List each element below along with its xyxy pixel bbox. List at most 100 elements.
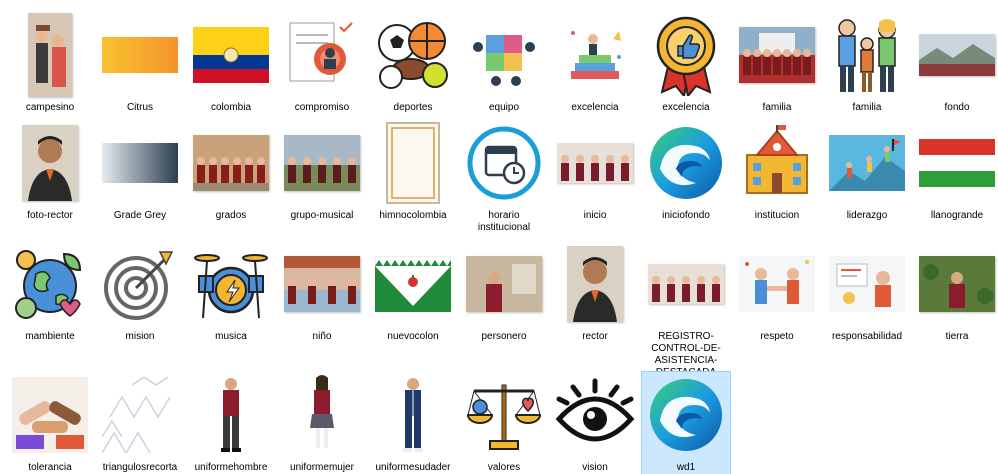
file-name: nuevocolon [387, 331, 439, 342]
flag-colombia-icon [187, 12, 275, 98]
target-arrow-icon [96, 241, 184, 327]
school-building-icon [733, 120, 821, 206]
file-name: musica [215, 331, 247, 342]
team-puzzle-icon [460, 12, 548, 98]
file-item[interactable]: personero [460, 241, 548, 343]
file-item[interactable]: rector [551, 241, 639, 343]
photo-courtyard-icon [278, 241, 366, 327]
file-name: iniciofondo [662, 210, 710, 221]
photo-students-icon [642, 241, 730, 327]
file-name: familia [762, 102, 792, 113]
file-item[interactable]: mambiente [6, 241, 94, 343]
balance-scale-icon [460, 372, 548, 458]
file-item[interactable]: liderazgo [823, 120, 911, 222]
commitment-badge-icon [278, 12, 366, 98]
file-item[interactable]: Citrus [96, 12, 184, 114]
file-item[interactable]: uniformesudader [369, 372, 457, 474]
file-item[interactable]: fondo [913, 12, 998, 114]
file-name: niño [312, 331, 332, 342]
file-item[interactable]: excelencia [642, 12, 730, 114]
file-name: excelencia [571, 102, 619, 113]
file-name: respeto [760, 331, 794, 342]
photo-landscape-icon [913, 12, 998, 98]
file-item[interactable]: responsabilidad [823, 241, 911, 343]
respect-illustration-icon [733, 241, 821, 327]
photo-garden-icon [913, 241, 998, 327]
flag-nuevocolon-icon [369, 241, 457, 327]
uniform-girl-icon [278, 372, 366, 458]
file-name: personero [481, 331, 527, 342]
file-name: himnocolombia [379, 210, 447, 221]
file-item[interactable]: horario institucional [460, 120, 548, 234]
file-item[interactable]: uniformemujer [278, 372, 366, 474]
file-item[interactable]: uniformehombre [187, 372, 275, 474]
document-frame-icon [369, 120, 457, 206]
file-item[interactable]: excelencia [551, 12, 639, 114]
file-name: excelencia [662, 102, 710, 113]
file-item[interactable]: nuevocolon [369, 241, 457, 343]
file-name: mambiente [25, 331, 75, 342]
file-item[interactable]: grupo-musical [278, 120, 366, 222]
file-name: familia [852, 102, 882, 113]
file-name: equipo [488, 102, 520, 113]
photo-portrait-icon [551, 241, 639, 327]
file-item[interactable]: familia [823, 12, 911, 114]
file-item[interactable]: colombia [187, 12, 275, 114]
file-item[interactable]: campesino [6, 12, 94, 114]
file-name: compromiso [294, 102, 350, 113]
file-item[interactable]: mision [96, 241, 184, 343]
file-grid: campesino Citrus colombia compromiso deporte… [0, 0, 998, 474]
file-item[interactable]: iniciofondo [642, 120, 730, 222]
uniform-boy-icon [187, 372, 275, 458]
file-name: mision [125, 331, 155, 342]
photo-band-icon [278, 120, 366, 206]
file-item[interactable]: musica [187, 241, 275, 343]
file-item[interactable]: tierra [913, 241, 998, 343]
file-name: uniformemujer [290, 462, 354, 473]
file-item[interactable]: foto-rector [6, 120, 94, 222]
file-item[interactable]: institucion [733, 120, 821, 222]
flag-llanogrande-icon [913, 120, 998, 206]
gradient-grey-icon [96, 120, 184, 206]
file-name: deportes [393, 102, 433, 113]
uniform-tracksuit-icon [369, 372, 457, 458]
file-item[interactable]: niño [278, 241, 366, 343]
file-item[interactable]: compromiso [278, 12, 366, 114]
family-illustration-icon [823, 12, 911, 98]
file-item[interactable]: deportes [369, 12, 457, 114]
file-item[interactable]: tolerancia [6, 372, 94, 474]
file-name: liderazgo [846, 210, 888, 221]
sports-balls-icon [369, 12, 457, 98]
file-name: rector [582, 331, 608, 342]
file-item[interactable]: REGISTRO-CONTROL-DE-ASISTENCIA-DESTACADA [642, 241, 730, 379]
file-item[interactable]: respeto [733, 241, 821, 343]
file-item[interactable]: valores [460, 372, 548, 474]
file-name: responsabilidad [831, 331, 903, 342]
file-item[interactable]: llanogrande [913, 120, 998, 222]
file-item[interactable]: familia [733, 12, 821, 114]
file-item[interactable]: vision [551, 372, 639, 474]
file-name: institucion [754, 210, 800, 221]
file-item[interactable]: himnocolombia [369, 120, 457, 222]
file-name: campesino [25, 102, 75, 113]
calendar-clock-icon [460, 120, 548, 206]
trophy-books-icon [551, 12, 639, 98]
file-item[interactable]: equipo [460, 12, 548, 114]
photo-students-icon [551, 120, 639, 206]
award-medal-icon [642, 12, 730, 98]
file-name: grupo-musical [290, 210, 354, 221]
file-item[interactable]: inicio [551, 120, 639, 222]
file-name: Citrus [126, 102, 154, 113]
photo-crowd-icon [733, 12, 821, 98]
file-name: grados [215, 210, 247, 221]
photo-portrait-icon [6, 120, 94, 206]
eye-icon [551, 372, 639, 458]
file-name: Grade Grey [113, 210, 167, 221]
file-item[interactable]: triangulosrecorta [96, 372, 184, 474]
file-item[interactable]: wd1 [641, 371, 731, 474]
file-item[interactable]: grados [187, 120, 275, 222]
file-name: tierra [945, 331, 969, 342]
file-name: fondo [944, 102, 970, 113]
file-name: uniformehombre [194, 462, 268, 473]
file-item[interactable]: Grade Grey [96, 120, 184, 222]
